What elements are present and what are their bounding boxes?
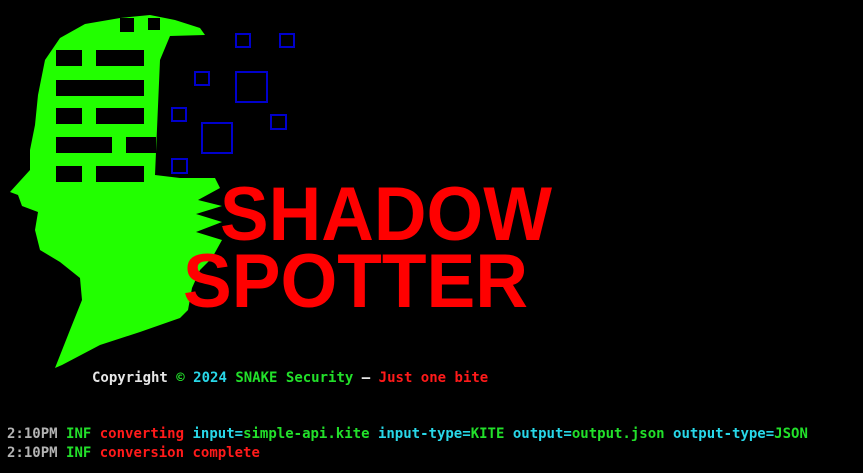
pixel-squares <box>171 33 295 174</box>
title-spotter: SPOTTER <box>183 239 528 324</box>
slogan: Just one bite <box>378 370 489 386</box>
log-field-value: simple-api.kite <box>243 426 370 442</box>
log-field-value: JSON <box>774 426 808 442</box>
log-message: conversion complete <box>99 445 260 461</box>
log-field-key: input <box>192 426 235 442</box>
log-time: 2:10PM <box>7 426 58 442</box>
copyright-symbol: © <box>176 370 185 386</box>
company-name: SNAKE Security <box>235 370 354 386</box>
log-field-key: input-type <box>377 426 463 442</box>
log-line: 2:10PM INF conversion complete <box>7 445 260 461</box>
log-level: INF <box>66 445 92 461</box>
log-level: INF <box>66 426 92 442</box>
copyright-year: 2024 <box>193 370 227 386</box>
copyright-dash: – <box>361 370 371 386</box>
log-message: converting <box>99 426 185 442</box>
log-field-key: output-type <box>673 426 766 442</box>
log-field-key: output <box>512 426 564 442</box>
copyright-line: Copyright © 2024 SNAKE Security – Just o… <box>92 370 488 386</box>
copyright-word: Copyright <box>92 370 168 386</box>
log-time: 2:10PM <box>7 445 58 461</box>
log-field-value: KITE <box>470 426 505 442</box>
log-line: 2:10PM INF converting input=simple-api.k… <box>7 426 808 442</box>
log-field-value: output.json <box>571 426 665 442</box>
shadow-spotter-logo: SHADOW SPOTTER <box>10 15 552 368</box>
